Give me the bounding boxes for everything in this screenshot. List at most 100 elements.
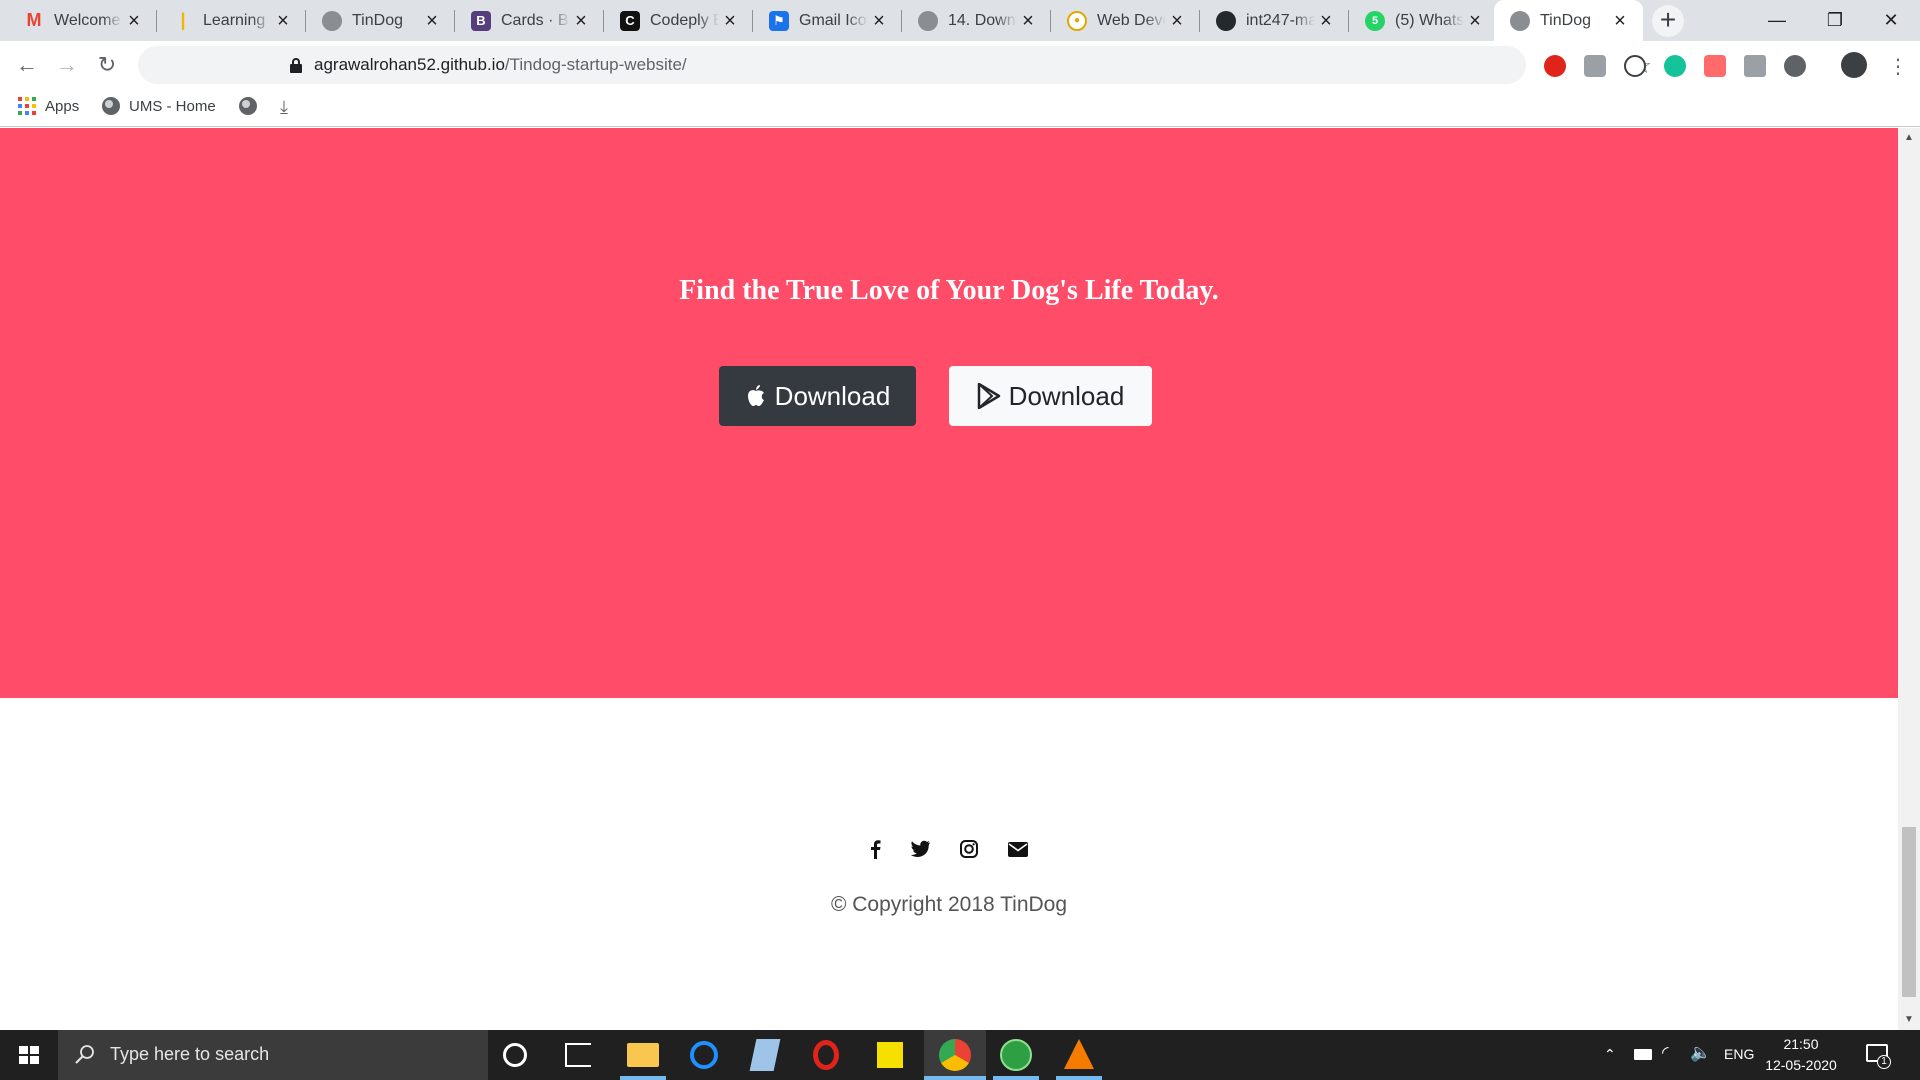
close-icon[interactable]: × — [868, 10, 890, 32]
globe-icon — [1510, 10, 1530, 31]
tab-github[interactable]: int247-ma × — [1200, 0, 1349, 41]
chrome-icon[interactable] — [939, 1039, 971, 1071]
kebab-menu-icon[interactable]: ⋮ — [1888, 54, 1908, 79]
cta-heading: Find the True Love of Your Dog's Life To… — [679, 275, 1219, 306]
url-text[interactable]: agrawalrohan52.github.io/Tindog-startup-… — [314, 55, 687, 75]
notification-badge: 1 — [1877, 1055, 1891, 1069]
tab-web-dev[interactable]: ● Web Deve × — [1051, 0, 1200, 41]
notepad-icon[interactable] — [749, 1039, 781, 1071]
envelope-icon[interactable] — [1007, 838, 1029, 860]
facebook-icon[interactable] — [864, 838, 886, 860]
globe-icon — [239, 97, 257, 115]
profile-avatar[interactable] — [1841, 52, 1867, 78]
back-icon[interactable]: ← — [12, 50, 42, 80]
battery-icon[interactable] — [1634, 1049, 1652, 1060]
clock-time: 21:50 — [1783, 1036, 1819, 1052]
camera-icon[interactable] — [1584, 55, 1606, 77]
udemy-icon: ● — [1067, 10, 1087, 31]
vlc-active-indicator — [1056, 1076, 1102, 1080]
windows-taskbar: Type here to search ⌃ ◜ 🔈 ENG 21:50 12-0… — [0, 1030, 1920, 1080]
app-active-indicator — [993, 1076, 1039, 1080]
close-icon[interactable]: × — [421, 10, 443, 32]
close-icon[interactable]: × — [272, 10, 294, 32]
close-icon[interactable]: × — [719, 10, 741, 32]
file-explorer-active-indicator — [620, 1076, 666, 1080]
tab-whatsapp[interactable]: 5 (5) Whats × — [1349, 0, 1498, 41]
address-bar[interactable]: agrawalrohan52.github.io/Tindog-startup-… — [138, 46, 1652, 84]
copyright-text: © Copyright 2018 TinDog — [830, 893, 1068, 916]
google-play-icon — [977, 383, 1000, 409]
close-icon[interactable]: × — [1464, 10, 1486, 32]
windows-logo-icon — [19, 1046, 39, 1064]
new-tab-button[interactable]: + — [1652, 5, 1684, 37]
close-icon[interactable]: × — [1315, 10, 1337, 32]
extension-badge-icon[interactable] — [1704, 55, 1726, 77]
tab-download[interactable]: 14. Downl × — [902, 0, 1051, 41]
close-window-button[interactable]: ✕ — [1862, 0, 1920, 41]
system-clock[interactable]: 21:50 12-05-2020 — [1764, 1034, 1838, 1076]
taskbar-search-placeholder[interactable]: Type here to search — [110, 1044, 269, 1065]
vlc-icon[interactable] — [1064, 1039, 1094, 1069]
scroll-down-arrow[interactable]: ▼ — [1898, 1012, 1920, 1028]
tab-gmail-icon[interactable]: ⚑ Gmail Icon × — [753, 0, 902, 41]
restore-button[interactable]: ❐ — [1806, 0, 1864, 41]
forward-icon[interactable]: → — [52, 50, 82, 80]
reload-icon[interactable]: ↻ — [92, 50, 122, 80]
wifi-icon[interactable]: ◜ — [1662, 1043, 1669, 1063]
cube-icon[interactable] — [1744, 55, 1766, 77]
tab-tindog-active[interactable]: TinDog × — [1494, 0, 1643, 41]
search-icon — [75, 1045, 94, 1064]
sticky-notes-icon[interactable] — [877, 1042, 903, 1068]
close-icon[interactable]: × — [1017, 10, 1039, 32]
scrollbar-thumb[interactable] — [1902, 827, 1916, 997]
browser-toolbar: ← → ↻ agrawalrohan52.github.io/Tindog-st… — [0, 41, 1920, 89]
github-icon — [1216, 10, 1236, 31]
minimize-button[interactable]: — — [1748, 0, 1806, 41]
app-globe-icon[interactable] — [1000, 1039, 1032, 1071]
speed-icon[interactable] — [1624, 55, 1646, 77]
bookmark-ums-home[interactable]: UMS - Home — [102, 97, 216, 115]
globe-icon — [322, 10, 342, 31]
opera-icon[interactable] — [813, 1040, 839, 1070]
bookmark-globe[interactable] — [239, 97, 266, 115]
close-icon[interactable]: × — [1609, 10, 1631, 32]
download-icon[interactable]: ⤓ — [280, 97, 288, 118]
gmail-icon: M — [26, 10, 42, 30]
learning-icon: | — [180, 10, 186, 30]
tab-learning[interactable]: | Learning × — [157, 0, 306, 41]
close-icon[interactable]: × — [1166, 10, 1188, 32]
bookmark-apps[interactable]: Apps — [18, 97, 79, 115]
twitter-icon[interactable] — [909, 838, 931, 860]
tab-cards-bootstrap[interactable]: B Cards · Bo × — [455, 0, 604, 41]
adblock-icon[interactable] — [1544, 55, 1566, 77]
file-explorer-icon[interactable] — [627, 1043, 659, 1067]
internet-explorer-icon[interactable] — [690, 1041, 718, 1069]
grammarly-icon[interactable] — [1664, 55, 1686, 77]
task-view-icon[interactable] — [565, 1043, 591, 1067]
bookmarks-bar: Apps UMS - Home ⤓ — [0, 89, 1920, 127]
chrome-active-indicator — [924, 1076, 986, 1080]
windows-start-button[interactable] — [0, 1030, 58, 1080]
apps-grid-icon — [18, 97, 36, 115]
language-indicator[interactable]: ENG — [1724, 1046, 1754, 1062]
codeply-icon: C — [620, 10, 640, 31]
scroll-up-arrow[interactable]: ▲ — [1898, 130, 1920, 146]
tab-welcome[interactable]: M Welcome × — [8, 0, 157, 41]
google-play-download-button[interactable]: Download — [949, 366, 1152, 426]
whatsapp-icon: 5 — [1365, 10, 1385, 31]
bootstrap-icon: B — [471, 10, 491, 31]
app-store-download-button[interactable]: Download — [719, 366, 916, 426]
close-icon[interactable]: × — [123, 10, 145, 32]
extension-circle-icon[interactable] — [1784, 55, 1806, 77]
instagram-icon[interactable] — [958, 838, 980, 860]
cortana-icon[interactable] — [503, 1043, 527, 1067]
tray-chevron-icon[interactable]: ⌃ — [1604, 1046, 1616, 1063]
clock-date: 12-05-2020 — [1765, 1057, 1837, 1073]
close-icon[interactable]: × — [570, 10, 592, 32]
tab-tindog-1[interactable]: TinDog × — [306, 0, 455, 41]
volume-icon[interactable]: 🔈 — [1690, 1043, 1711, 1063]
tab-strip: M Welcome × | Learning × TinDog × B Card… — [0, 0, 1920, 41]
tab-codeply[interactable]: C Codeply E × — [604, 0, 753, 41]
globe-icon — [102, 97, 120, 115]
lock-icon[interactable] — [288, 57, 304, 73]
